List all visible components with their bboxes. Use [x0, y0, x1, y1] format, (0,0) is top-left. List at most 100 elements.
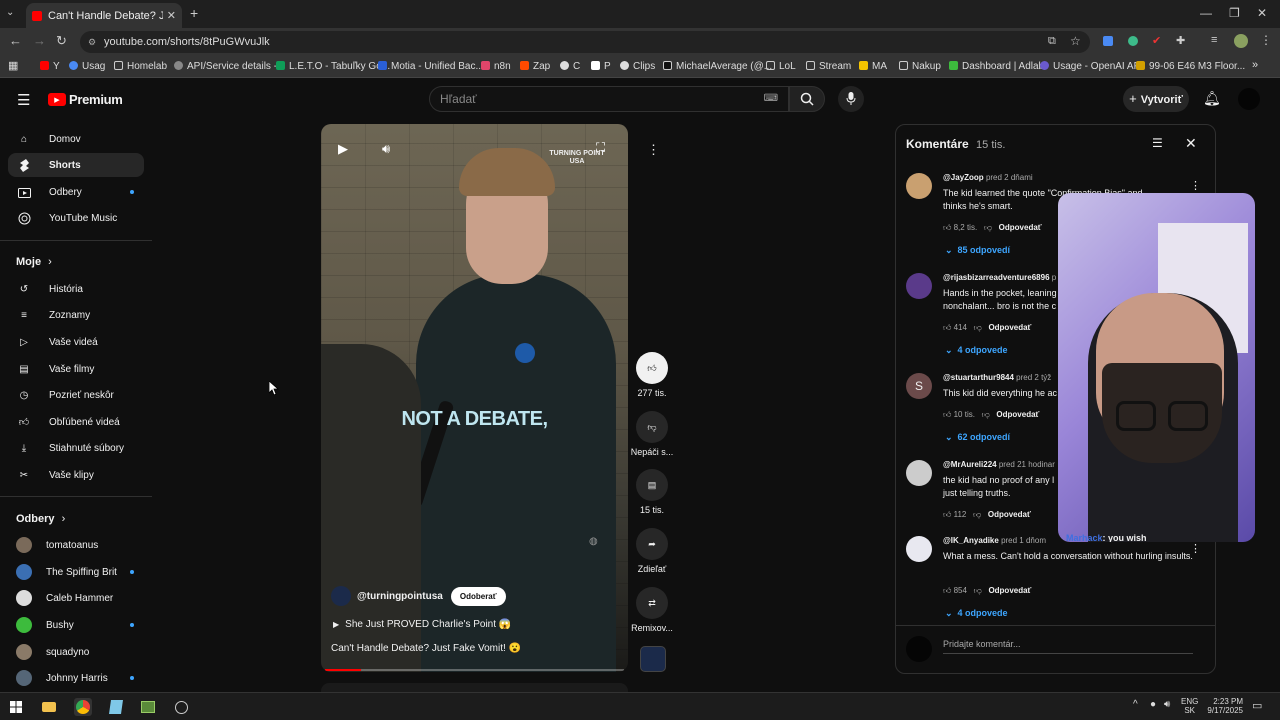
subscriptions-section-header[interactable]: Odbery › [16, 513, 65, 525]
file-explorer-icon[interactable] [40, 698, 58, 716]
dislike-button[interactable]: 👎︎ Nepáči s... [628, 411, 676, 457]
install-app-icon[interactable]: ⧉ [1048, 35, 1056, 48]
sidebar-item-youtube-music[interactable]: YouTube Music [8, 206, 144, 230]
new-tab-icon[interactable]: + [190, 5, 198, 21]
bookmark-item[interactable]: Zap [520, 61, 550, 72]
profile-avatar[interactable] [1234, 34, 1248, 48]
bookmark-item[interactable]: API/Service details -... [174, 61, 285, 72]
minimize-icon[interactable]: — [1200, 6, 1212, 20]
close-tab-icon[interactable]: ✕ [167, 9, 176, 22]
bookmark-item[interactable]: C [560, 61, 580, 72]
channel-avatar[interactable] [331, 586, 351, 606]
sidebar-item-watch-later[interactable]: ◷ Pozrieť neskôr [8, 383, 144, 407]
app-circle-icon[interactable] [172, 698, 190, 716]
playlist-link[interactable]: ▶ She Just PROVED Charlie's Point 😱 [333, 619, 511, 630]
bookmark-item[interactable]: L.E.T.O - Tabuľky Go... [276, 61, 390, 72]
keyboard-icon[interactable]: ⌨ [764, 87, 778, 111]
sidebar-item-your-movies[interactable]: ▤ Vaše filmy [8, 357, 144, 381]
bookmark-item[interactable]: Y [40, 61, 60, 72]
microphone-tray-icon[interactable]: ● [1150, 699, 1156, 710]
reload-icon[interactable]: ↻ [56, 33, 67, 49]
remix-button[interactable]: ⇄ Remixov... [628, 587, 676, 633]
comment-avatar[interactable]: S [906, 373, 932, 399]
create-button[interactable]: + Vytvoriť [1123, 86, 1189, 112]
dislike-icon[interactable]: 👎︎ [982, 410, 990, 419]
apps-grid-icon[interactable]: ▦ [8, 59, 18, 72]
close-window-icon[interactable]: ✕ [1257, 6, 1267, 20]
comment-menu-icon[interactable]: ⋮ [1190, 542, 1201, 555]
extension-icon[interactable] [1103, 36, 1113, 46]
sidebar-channel[interactable]: squadyno [8, 640, 144, 664]
comment-avatar[interactable] [906, 173, 932, 199]
progress-track[interactable] [325, 669, 624, 671]
dislike-icon[interactable]: 👎︎ [984, 223, 992, 232]
sidebar-item-history[interactable]: ↺ História [8, 277, 144, 301]
tab-list-chevron-icon[interactable]: ⌄ [6, 7, 14, 18]
like-icon[interactable]: 👍︎ [943, 410, 951, 419]
bookmark-item[interactable]: Clips [620, 61, 655, 72]
sidebar-channel[interactable]: Bushy [8, 613, 144, 637]
dislike-icon[interactable]: 👎︎ [974, 586, 982, 595]
dislike-icon[interactable]: 👎︎ [973, 510, 981, 519]
search-button[interactable] [789, 86, 825, 112]
more-bookmarks-icon[interactable]: » [1252, 59, 1258, 71]
sidebar-channel[interactable]: Johnny Harris [8, 666, 144, 690]
restore-icon[interactable]: ❐ [1229, 6, 1240, 20]
reply-button[interactable]: Odpovedať [988, 510, 1031, 519]
share-button[interactable]: ➦ Zdieľať [632, 528, 672, 574]
bookmark-item[interactable]: P [591, 61, 611, 72]
extension-icon[interactable] [1128, 36, 1138, 46]
sort-icon[interactable]: ☰ [1152, 136, 1163, 150]
youtube-premium-logo[interactable]: ▶ Premium [48, 92, 123, 107]
replies-toggle[interactable]: ⌄ 62 odpovedí [945, 432, 1010, 443]
account-avatar[interactable] [1238, 88, 1260, 110]
bookmark-folder[interactable]: Homelab [114, 61, 167, 72]
channel-name[interactable]: @turningpointusa [357, 591, 443, 602]
like-button[interactable]: 👍︎ 277 tis. [632, 352, 672, 398]
comment-menu-icon[interactable]: ⋮ [1190, 179, 1201, 192]
site-info-icon[interactable]: ⚙ [88, 31, 96, 53]
bookmark-folder[interactable]: Stream [806, 61, 851, 72]
sidebar-item-downloads[interactable]: ⤓ Stiahnuté súbory [8, 436, 144, 460]
reply-button[interactable]: Odpovedať [988, 586, 1031, 595]
sidebar-item-shorts[interactable]: Shorts [8, 153, 144, 177]
app-icon[interactable] [139, 698, 157, 716]
like-icon[interactable]: 👍︎ [943, 510, 951, 519]
you-section-header[interactable]: Moje › [16, 256, 52, 268]
bookmark-item[interactable]: Motia - Unified Bac... [378, 61, 484, 72]
start-windows-icon[interactable] [7, 698, 25, 716]
comment-avatar[interactable] [906, 460, 932, 486]
shorts-video-player[interactable]: ▶ 🔊︎ ⛶ TURNING POINT USA NOT A DEBATE, ◍… [321, 124, 628, 672]
sound-thumbnail[interactable] [640, 646, 666, 672]
sidebar-item-playlists[interactable]: ≡ Zoznamy [8, 303, 144, 327]
bookmark-folder[interactable]: Nakup [899, 61, 941, 72]
dislike-icon[interactable]: 👎︎ [974, 323, 982, 332]
bookmark-folder[interactable]: LoL [766, 61, 796, 72]
browser-tab[interactable]: Can't Handle Debate? Just Fake ✕ [26, 3, 182, 28]
bookmark-item[interactable]: n8n [481, 61, 511, 72]
comments-button[interactable]: ▤ 15 tis. [632, 469, 672, 515]
language-indicator[interactable]: ENG SK [1181, 697, 1198, 715]
replies-toggle[interactable]: ⌄ 4 odpovede [945, 608, 1008, 619]
replies-toggle[interactable]: ⌄ 85 odpovedí [945, 245, 1010, 256]
extensions-puzzle-icon[interactable]: ✚ [1176, 34, 1185, 47]
close-icon[interactable]: ✕ [1185, 135, 1197, 152]
bookmark-item[interactable]: MichaelAverage (@... [663, 61, 772, 72]
play-icon[interactable]: ▶ [338, 141, 348, 157]
more-options-icon[interactable]: ⋮ [647, 142, 660, 158]
subscribe-button[interactable]: Odoberať [450, 586, 506, 606]
sidebar-item-your-clips[interactable]: ✂ Vaše klipy [8, 463, 144, 487]
browser-menu-icon[interactable]: ⋮ [1260, 33, 1272, 47]
guide-menu-icon[interactable]: ☰ [17, 91, 30, 109]
bookmark-star-icon[interactable]: ☆ [1070, 34, 1081, 48]
sidebar-channel[interactable]: tomatoanus [8, 533, 144, 557]
reply-button[interactable]: Odpovedať [988, 323, 1031, 332]
reply-button[interactable]: Odpovedať [996, 410, 1039, 419]
sidebar-item-home[interactable]: ⌂ Domov [8, 127, 144, 151]
notification-center-icon[interactable]: ▭ [1252, 699, 1262, 712]
volume-tray-icon[interactable]: 🔊︎ [1164, 699, 1170, 710]
reply-button[interactable]: Odpovedať [999, 223, 1042, 232]
add-comment-input[interactable]: Pridajte komentár... [943, 636, 1193, 654]
sidebar-item-subscriptions[interactable]: Odbery [8, 180, 144, 204]
sidebar-channel[interactable]: Caleb Hammer [8, 586, 144, 610]
